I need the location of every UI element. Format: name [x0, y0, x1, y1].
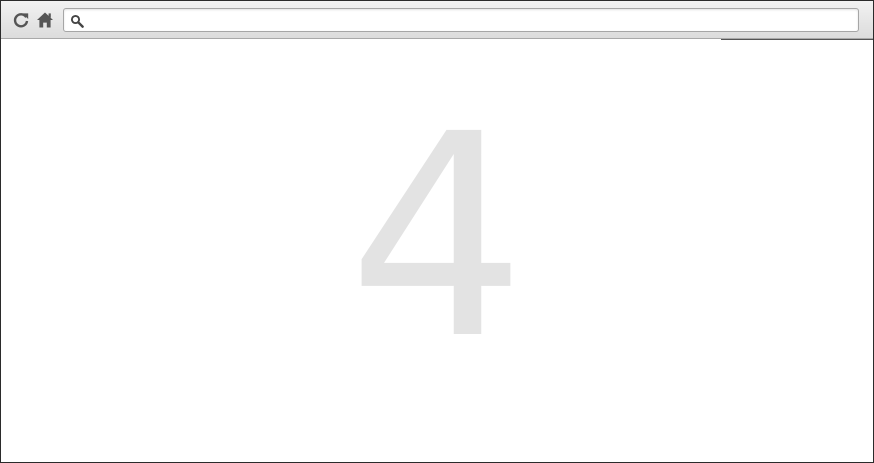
page-content: 4 [1, 40, 873, 462]
reload-icon [13, 13, 29, 28]
browser-toolbar [1, 1, 873, 39]
search-icon [70, 14, 84, 28]
home-icon [37, 12, 53, 28]
address-bar[interactable] [63, 8, 859, 32]
home-button[interactable] [35, 10, 55, 30]
address-input[interactable] [88, 10, 852, 30]
browser-window: 4 [0, 0, 874, 463]
reload-button[interactable] [11, 10, 31, 30]
large-number-display: 4 [347, 75, 527, 401]
